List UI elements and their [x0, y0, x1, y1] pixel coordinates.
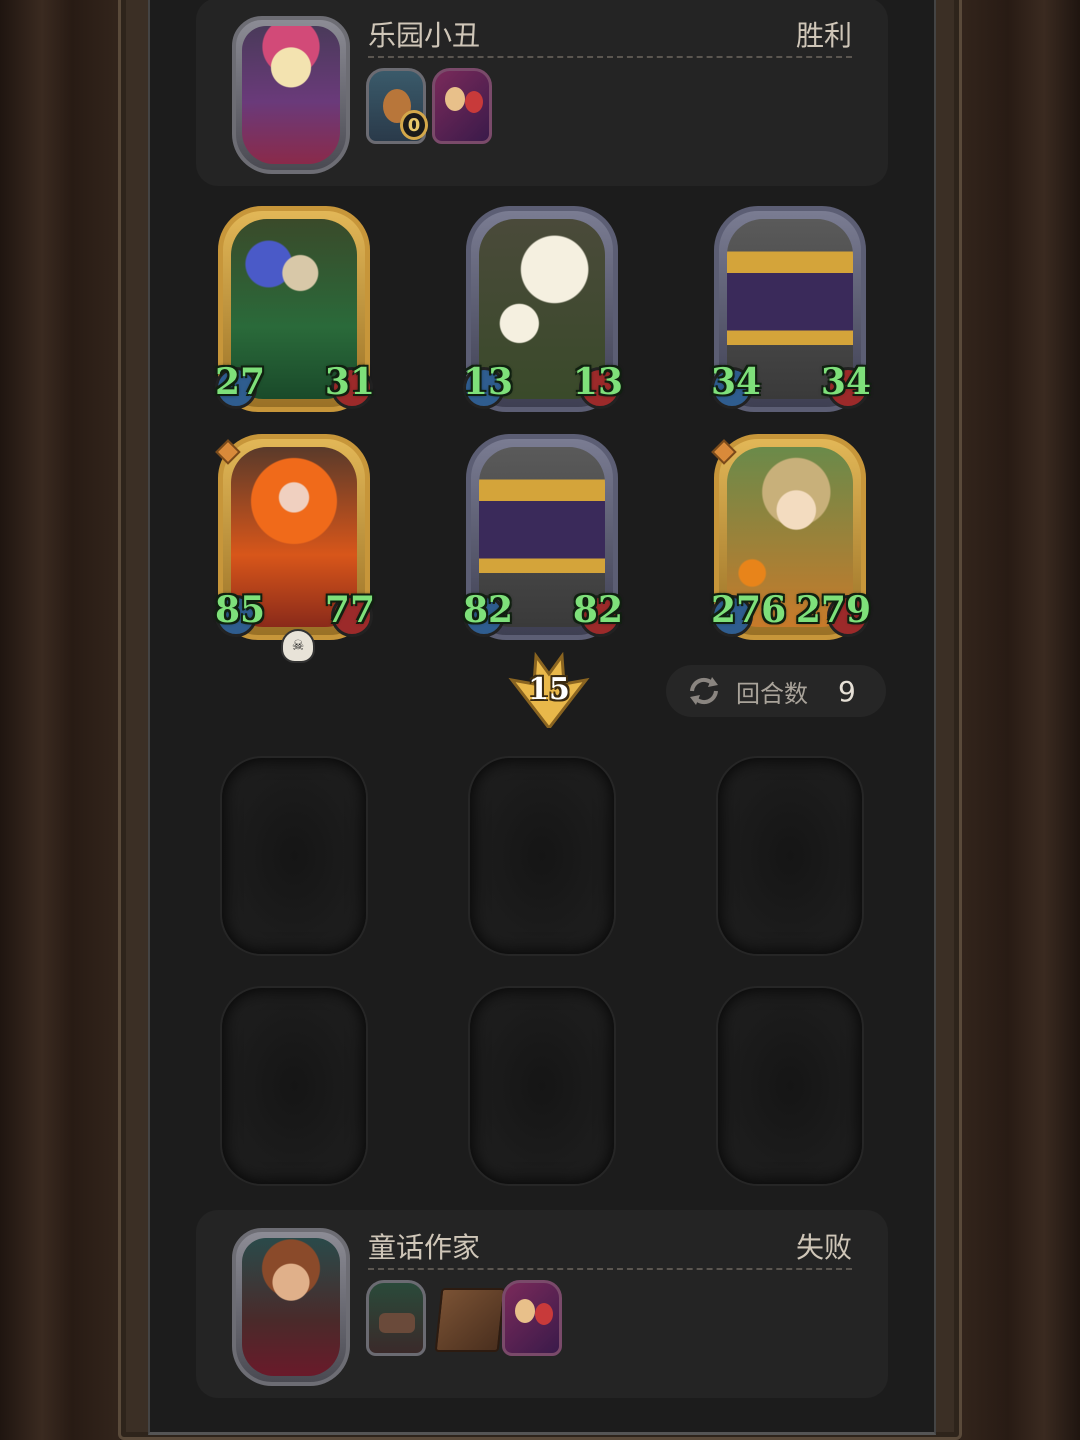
- health-value: 13: [572, 361, 623, 403]
- item-count-badge: 0: [400, 110, 428, 140]
- minion-card[interactable]: 27 31: [215, 206, 375, 412]
- tier-badge: 15: [508, 651, 590, 731]
- top-player-portrait[interactable]: [232, 16, 350, 174]
- health-value: 82: [572, 589, 623, 631]
- bottom-player-panel: 童话作家 失败: [196, 1210, 888, 1398]
- empty-card-slot: [718, 988, 862, 1184]
- round-counter: 回合数 9: [666, 665, 886, 717]
- attack-value: 34: [711, 361, 762, 403]
- writer-portrait-icon: [242, 1238, 340, 1376]
- divider: [368, 1268, 852, 1270]
- minion-card[interactable]: 85 77 ☠: [215, 434, 375, 663]
- bottom-player-name: 童话作家: [368, 1231, 481, 1264]
- brown-book-item-icon[interactable]: [434, 1288, 506, 1352]
- attack-value: 85: [215, 589, 266, 631]
- health-value: 279: [795, 589, 871, 631]
- top-player-name: 乐园小丑: [368, 19, 481, 52]
- empty-card-slot: [222, 758, 366, 954]
- top-player-result: 胜利: [795, 19, 852, 52]
- right-wood-border: [960, 0, 1080, 1440]
- forest-scene-item-icon[interactable]: [366, 1280, 426, 1356]
- empty-card-slot: [470, 988, 614, 1184]
- health-value: 34: [820, 361, 871, 403]
- skull-icon: ☠: [281, 629, 315, 663]
- top-player-panel: 乐园小丑 胜利 0: [196, 0, 888, 186]
- empty-card-slot: [470, 758, 614, 954]
- empty-card-slot: [718, 758, 862, 954]
- attack-value: 13: [463, 361, 514, 403]
- round-value: 9: [838, 674, 856, 708]
- circus-card-item-icon[interactable]: [432, 68, 492, 144]
- health-value: 77: [324, 589, 375, 631]
- bottom-player-result: 失败: [795, 1231, 852, 1264]
- minion-card[interactable]: 276 279: [711, 434, 871, 640]
- attack-value: 276: [711, 589, 787, 631]
- round-label: 回合数: [736, 679, 808, 708]
- minion-card[interactable]: 82 82: [463, 434, 623, 640]
- bottom-player-portrait[interactable]: [232, 1228, 350, 1386]
- empty-card-slot: [222, 988, 366, 1184]
- divider: [368, 56, 852, 58]
- clown-girl-portrait-icon: [242, 26, 340, 164]
- left-wood-border: [0, 0, 120, 1440]
- tier-number: 15: [528, 672, 570, 707]
- refresh-icon: [690, 677, 718, 705]
- minion-card[interactable]: 34 34: [711, 206, 871, 412]
- health-value: 31: [324, 361, 375, 403]
- circus-card-item-icon[interactable]: [502, 1280, 562, 1356]
- attack-value: 82: [463, 589, 514, 631]
- attack-value: 27: [215, 361, 266, 403]
- minion-card[interactable]: 13 13: [463, 206, 623, 412]
